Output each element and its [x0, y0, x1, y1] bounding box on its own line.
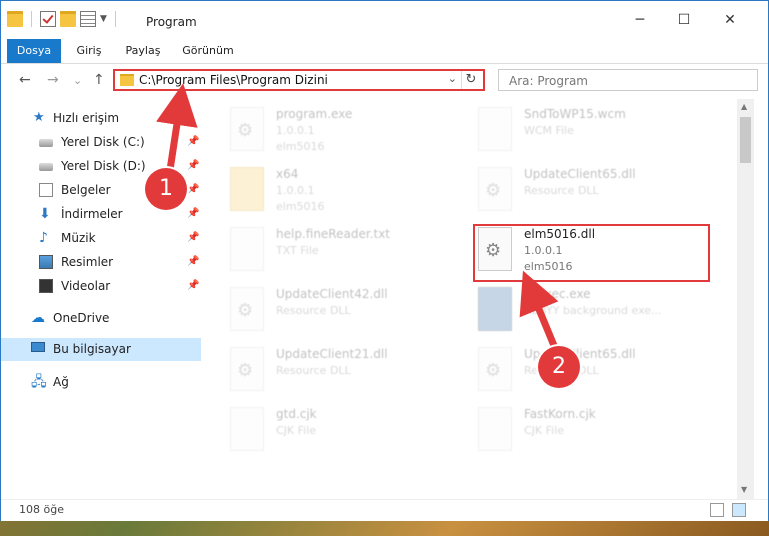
- arrow-to-dll-file: [519, 270, 559, 350]
- arrow-to-address-bar: [156, 83, 198, 171]
- step-1-badge: 1: [145, 168, 187, 210]
- annotation-arrows: [156, 83, 559, 350]
- step-2-badge: 2: [538, 346, 580, 388]
